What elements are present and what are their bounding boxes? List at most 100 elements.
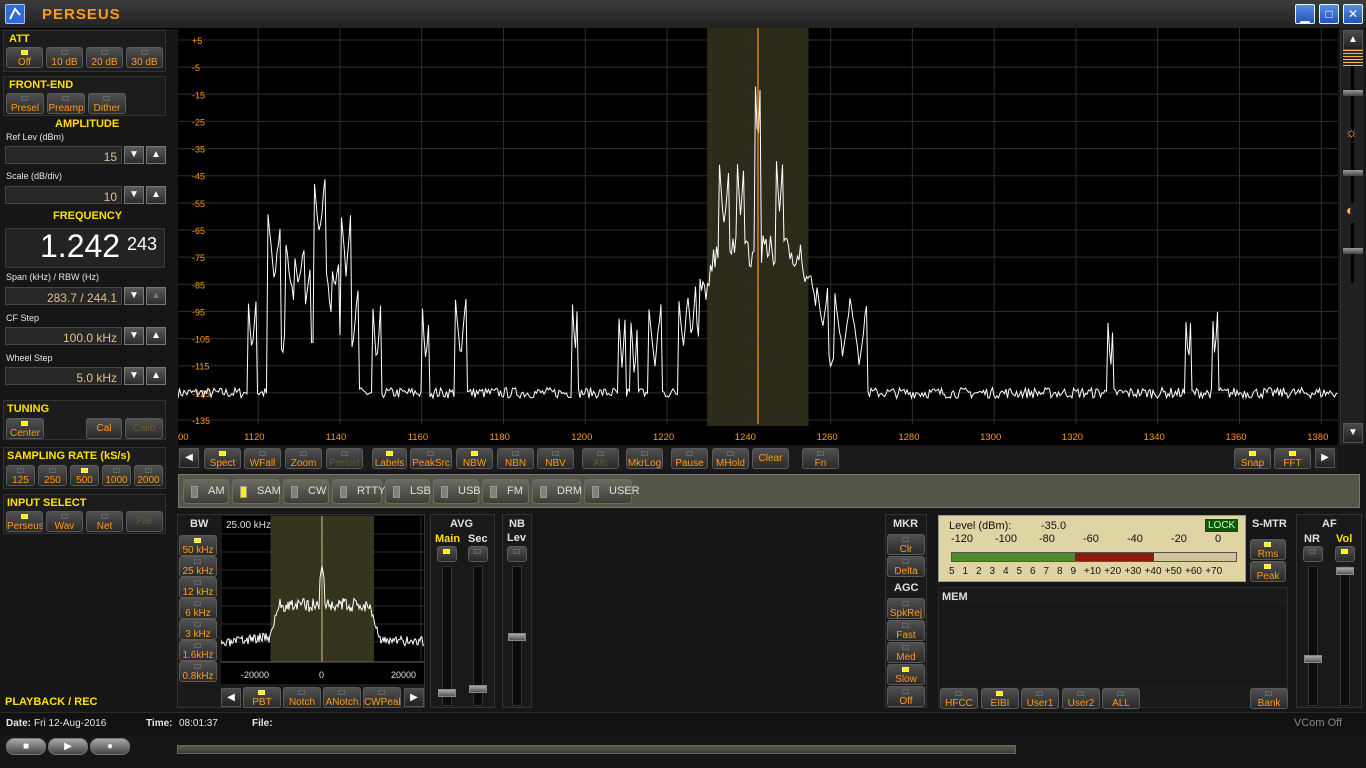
- scale-value[interactable]: 10: [5, 186, 122, 204]
- toolbar-fn-button[interactable]: Fn: [802, 448, 839, 469]
- input-button-2[interactable]: Net: [86, 511, 123, 532]
- brightness-knob[interactable]: [1343, 170, 1363, 176]
- nr-knob[interactable]: [1304, 655, 1322, 663]
- nr-toggle[interactable]: [1303, 546, 1323, 562]
- ref-level-value[interactable]: 15: [5, 146, 122, 164]
- bw-button-2[interactable]: 12 kHz: [179, 577, 217, 598]
- mode-drm-button[interactable]: DRM: [532, 479, 582, 504]
- bw-button-0[interactable]: 50 kHz: [179, 535, 217, 556]
- scroll-up-button[interactable]: ▲: [1343, 30, 1363, 50]
- bw-button-1[interactable]: 25 kHz: [179, 556, 217, 577]
- cfstep-down[interactable]: ▼: [124, 327, 144, 345]
- wheelstep-up[interactable]: ▲: [146, 367, 166, 385]
- maximize-button[interactable]: □: [1319, 4, 1339, 24]
- spectrum-scrollbar[interactable]: ▲ ☼ ◐ ▼: [1340, 28, 1364, 445]
- vol-slider[interactable]: [1336, 566, 1354, 706]
- avg-sec-toggle[interactable]: [468, 546, 488, 562]
- toolbar-nbn-button[interactable]: NBN: [497, 448, 534, 469]
- cfstep-value[interactable]: 100.0 kHz: [5, 327, 122, 345]
- tuning-calib-button[interactable]: Calib: [125, 418, 163, 439]
- scroll-down-button[interactable]: ▼: [1343, 423, 1363, 443]
- bw-cwpeak-button[interactable]: CWPeak: [363, 687, 401, 708]
- frontend-button-2[interactable]: Dither: [88, 93, 126, 114]
- att-button-3[interactable]: 30 dB: [126, 47, 163, 68]
- bw-pbt-button[interactable]: PBT: [243, 687, 281, 708]
- bw-button-5[interactable]: 1.6kHz: [179, 640, 217, 661]
- ref-level-knob2[interactable]: [1343, 90, 1363, 96]
- att-button-0[interactable]: Off: [6, 47, 43, 68]
- toolbar-nbw-button[interactable]: NBW: [456, 448, 493, 469]
- wheelstep-down[interactable]: ▼: [124, 367, 144, 385]
- agc-fast-button[interactable]: Fast: [887, 620, 925, 641]
- bw-button-3[interactable]: 6 kHz: [179, 598, 217, 619]
- nb-level-slider[interactable]: [508, 566, 526, 706]
- agc-spkrej-button[interactable]: SpkRej: [887, 598, 925, 619]
- mem-all-button[interactable]: ALL: [1102, 688, 1140, 709]
- app-logo-icon[interactable]: [5, 4, 25, 24]
- toolbar-pause-button[interactable]: Pause: [671, 448, 708, 469]
- avg-main-slider[interactable]: [438, 566, 456, 706]
- nb-level-knob[interactable]: [508, 633, 526, 641]
- playback-progress[interactable]: [177, 745, 1016, 754]
- mode-fm-button[interactable]: FM: [482, 479, 529, 504]
- agc-med-button[interactable]: Med: [887, 642, 925, 663]
- toolbar-zoom-button[interactable]: Zoom: [285, 448, 322, 469]
- toolbar-persist-button[interactable]: Persist: [326, 448, 363, 469]
- mem-list[interactable]: [940, 605, 1286, 685]
- vol-toggle[interactable]: [1335, 546, 1355, 562]
- frontend-button-0[interactable]: Presel: [6, 93, 44, 114]
- span-down[interactable]: ▼: [124, 287, 144, 305]
- record-button[interactable]: ●: [90, 738, 130, 755]
- frontend-button-1[interactable]: Preamp: [47, 93, 85, 114]
- mode-am-button[interactable]: AM: [183, 479, 229, 504]
- bw-left-arrow[interactable]: ◀: [221, 688, 241, 707]
- input-button-3[interactable]: File: [126, 511, 163, 532]
- spectrum-display[interactable]: +5 -5 -15 -25 -35 -45 -55 -65 -75 -85 -95 -105 -115 -…: [175, 28, 1338, 445]
- mode-sam-button[interactable]: SAM: [232, 479, 281, 504]
- mem-user1-button[interactable]: User1: [1021, 688, 1059, 709]
- toolbar-mhold-button[interactable]: MHold: [712, 448, 749, 469]
- ref-level-knob[interactable]: [1343, 50, 1363, 66]
- sampling-button-2[interactable]: 500: [70, 465, 99, 486]
- avg-main-toggle[interactable]: [437, 546, 457, 562]
- toolbar-spect-button[interactable]: Spect: [204, 448, 241, 469]
- play-button[interactable]: ▶: [48, 738, 88, 755]
- ref-level-up[interactable]: ▲: [146, 146, 166, 164]
- toolbar-afc-button[interactable]: Afc: [582, 448, 619, 469]
- toolbar-right-arrow[interactable]: ▶: [1315, 448, 1335, 468]
- att-button-2[interactable]: 20 dB: [86, 47, 123, 68]
- close-button[interactable]: ✕: [1343, 4, 1363, 24]
- toolbar-fft-button[interactable]: FFT: [1274, 448, 1311, 469]
- cfstep-up[interactable]: ▲: [146, 327, 166, 345]
- vol-knob[interactable]: [1336, 567, 1354, 575]
- stop-button[interactable]: ■: [6, 738, 46, 755]
- mem-eibi-button[interactable]: EIBI: [981, 688, 1019, 709]
- sampling-button-3[interactable]: 1000: [102, 465, 131, 486]
- input-button-1[interactable]: Wav: [46, 511, 83, 532]
- mode-rtty-button[interactable]: RTTY: [332, 479, 386, 504]
- agc-off-button[interactable]: Off: [887, 686, 925, 707]
- span-up[interactable]: ▲: [146, 287, 166, 305]
- bw-scope[interactable]: -20000 0 20000 25.00 kHz: [220, 516, 425, 684]
- att-button-1[interactable]: 10 dB: [46, 47, 83, 68]
- bw-button-6[interactable]: 0.8kHz: [179, 661, 217, 682]
- avg-main-knob[interactable]: [438, 689, 456, 697]
- tuning-cal-button[interactable]: Cal: [86, 418, 122, 439]
- avg-sec-knob[interactable]: [469, 685, 487, 693]
- toolbar-nbv-button[interactable]: NBV: [537, 448, 574, 469]
- toolbar-mkrlog-button[interactable]: MkrLog: [626, 448, 663, 469]
- wheelstep-value[interactable]: 5.0 kHz: [5, 367, 122, 385]
- minimize-button[interactable]: ▁: [1295, 4, 1315, 24]
- mem-user2-button[interactable]: User2: [1062, 688, 1100, 709]
- scale-up[interactable]: ▲: [146, 186, 166, 204]
- mkr-delta-button[interactable]: Delta: [887, 556, 925, 577]
- toolbar-peaksrc-button[interactable]: PeakSrc: [410, 448, 452, 469]
- sampling-button-1[interactable]: 250: [38, 465, 67, 486]
- scale-down[interactable]: ▼: [124, 186, 144, 204]
- mode-user-button[interactable]: USER: [584, 479, 640, 504]
- avg-sec-slider[interactable]: [469, 566, 487, 706]
- nr-slider[interactable]: [1304, 566, 1322, 706]
- bw-button-4[interactable]: 3 kHz: [179, 619, 217, 640]
- smtr-peak-button[interactable]: Peak: [1250, 561, 1286, 582]
- mem-bank-button[interactable]: Bank: [1250, 688, 1288, 709]
